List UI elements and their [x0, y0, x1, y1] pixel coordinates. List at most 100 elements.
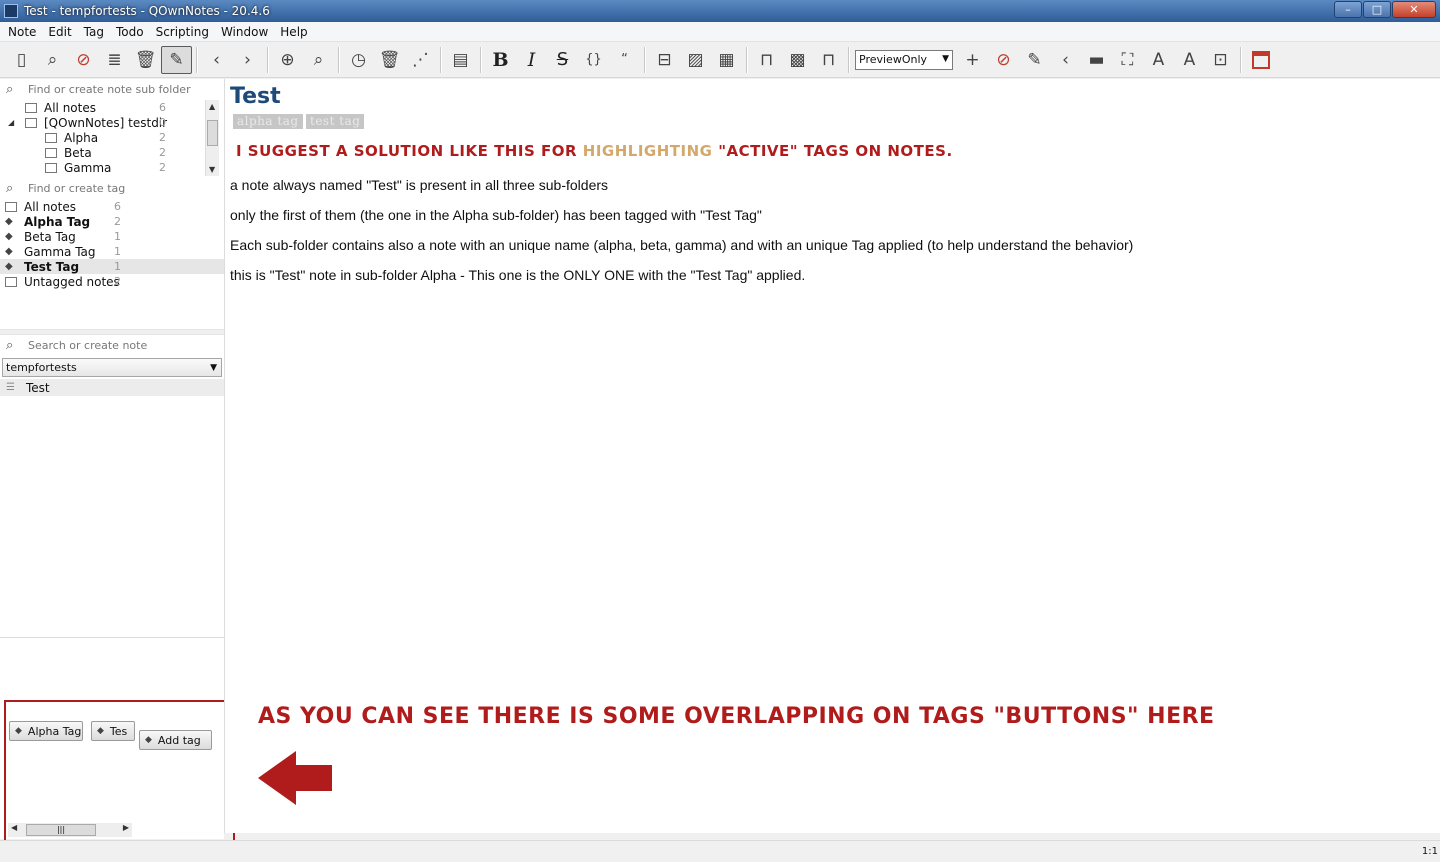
close-icon[interactable]: ✕	[1392, 1, 1436, 18]
note-line: Each sub-folder contains also a note wit…	[230, 237, 1134, 253]
window-title: Test - tempfortests - QOwnNotes - 20.4.6	[24, 4, 270, 18]
scroll-up-icon[interactable]: ▲	[209, 102, 215, 111]
font-decrease-icon[interactable]: A	[1174, 46, 1205, 74]
tag-item-all[interactable]: All notes 6	[0, 199, 224, 214]
find-in-note-icon[interactable]: ⊕	[272, 46, 303, 74]
back-icon[interactable]: ‹	[201, 46, 232, 74]
tag-item-test[interactable]: ◆ Test Tag 1	[0, 259, 224, 274]
search-icon: ⌕	[6, 82, 14, 97]
unlock-icon[interactable]: ⊓	[813, 46, 844, 74]
distraction-free-icon[interactable]: ⊡	[1205, 46, 1236, 74]
folder-item-beta[interactable]: Beta 2	[0, 145, 224, 160]
chevron-down-icon: ▼	[210, 362, 217, 373]
calendar-icon[interactable]	[1245, 46, 1276, 74]
note-icon: ☰	[6, 382, 15, 393]
tag-item-gamma[interactable]: ◆ Gamma Tag 1	[0, 244, 224, 259]
minimize-icon[interactable]: –	[1334, 1, 1362, 18]
menu-edit[interactable]: Edit	[42, 25, 77, 39]
chevron-down-icon: ▼	[942, 53, 949, 64]
zoom-icon[interactable]: ⌕	[303, 46, 334, 74]
strikethrough-icon[interactable]: S	[547, 46, 578, 74]
callout-text: AS YOU CAN SEE THERE IS SOME OVERLAPPING…	[258, 704, 1215, 729]
tag-item-beta[interactable]: ◆ Beta Tag 1	[0, 229, 224, 244]
new-note-icon[interactable]: ▯	[6, 46, 37, 74]
share-icon[interactable]: ⋰	[405, 46, 436, 74]
status-bar: 1:1	[0, 840, 1440, 862]
tag-icon: ◆	[5, 260, 13, 272]
plus-icon[interactable]: +	[957, 46, 988, 74]
italic-icon[interactable]: I	[516, 46, 547, 74]
cursor-position: 1:1	[1421, 846, 1438, 857]
maximize-icon[interactable]: □	[1363, 1, 1391, 18]
header-tag-alpha: alpha tag	[233, 114, 303, 129]
cancel-icon[interactable]: ⊘	[988, 46, 1019, 74]
note-line: a note always named "Test" is present in…	[230, 177, 609, 193]
menu-window[interactable]: Window	[215, 25, 274, 39]
folder-icon	[25, 117, 37, 128]
menu-help[interactable]: Help	[274, 25, 313, 39]
folder-item-alpha[interactable]: Alpha 2	[0, 130, 224, 145]
note-list-item[interactable]: ☰ Test	[0, 379, 224, 396]
expand-arrow-icon[interactable]: ◢	[8, 118, 25, 127]
quote-icon[interactable]: “	[609, 46, 640, 74]
folder-scrollbar[interactable]: ▲ ▼	[205, 100, 219, 176]
pencil-icon[interactable]: ✎	[1019, 46, 1050, 74]
code-block-icon[interactable]: {}	[578, 46, 609, 74]
menu-tag[interactable]: Tag	[78, 25, 110, 39]
history-icon[interactable]: ◷	[343, 46, 374, 74]
folder-icon	[25, 102, 37, 113]
table-icon[interactable]: ▦	[711, 46, 742, 74]
link-icon[interactable]: ⊟	[649, 46, 680, 74]
notes-icon	[5, 276, 17, 287]
fullscreen-icon[interactable]: ⛶	[1112, 46, 1143, 74]
folder-icon	[45, 147, 57, 158]
lock-icon[interactable]: ⊓	[751, 46, 782, 74]
menu-todo[interactable]: Todo	[110, 25, 150, 39]
trash-bin-icon[interactable]: 🗑︎	[374, 46, 405, 74]
folder-search[interactable]: ⌕ Find or create note sub folder	[0, 79, 224, 100]
folder-item-testdir[interactable]: ◢ [QOwnNotes] testdir 0	[0, 115, 224, 130]
menu-scripting[interactable]: Scripting	[150, 25, 215, 39]
tag-list: All notes 6 ◆ Alpha Tag 2 ◆ Beta Tag 1 ◆…	[0, 199, 224, 329]
menu-note[interactable]: Note	[2, 25, 42, 39]
font-increase-icon[interactable]: A	[1143, 46, 1174, 74]
note-folder-select[interactable]: tempfortests ▼	[2, 358, 222, 377]
preview-mode-select[interactable]: PreviewOnly ▼	[855, 49, 953, 70]
folder-item-all[interactable]: All notes 6	[0, 100, 224, 115]
tag-item-alpha[interactable]: ◆ Alpha Tag 2	[0, 214, 224, 229]
menu-bar: Note Edit Tag Todo Scripting Window Help	[0, 22, 1440, 42]
tag-icon: ◆	[5, 245, 13, 257]
remove-icon[interactable]: ⊘	[68, 46, 99, 74]
note-line: only the first of them (the one in the A…	[230, 207, 762, 223]
title-bar: Test - tempfortests - QOwnNotes - 20.4.6…	[0, 0, 1440, 22]
trash-icon[interactable]: 🗑︎	[130, 46, 161, 74]
note-search[interactable]: ⌕ Search or create note	[0, 335, 224, 356]
left-arrow-icon[interactable]: ‹	[1050, 46, 1081, 74]
edit-pencil-icon[interactable]: ✎	[161, 45, 192, 74]
scroll-down-icon[interactable]: ▼	[209, 165, 215, 174]
note-line: this is "Test" note in sub-folder Alpha …	[230, 267, 806, 283]
tag-search[interactable]: ⌕ Find or create tag	[0, 178, 224, 199]
search-icon: ⌕	[6, 338, 14, 353]
folder-item-gamma[interactable]: Gamma 2	[0, 160, 224, 175]
tag-icon: ◆	[5, 215, 13, 227]
image-icon[interactable]: ▨	[680, 46, 711, 74]
tag-item-untagged[interactable]: Untagged notes 2	[0, 274, 224, 289]
app-icon	[4, 4, 18, 18]
search-icon[interactable]: ⌕	[37, 46, 68, 74]
annotation-highlight-box	[4, 700, 235, 853]
window-controls: – □ ✕	[1334, 1, 1436, 18]
folder-icon	[45, 132, 57, 143]
notes-icon	[5, 201, 17, 212]
note-list-icon[interactable]: ≣	[99, 46, 130, 74]
tag-icon: ◆	[5, 230, 13, 242]
folder-tree: All notes 6 ◢ [QOwnNotes] testdir 0 Alph…	[0, 100, 224, 176]
panel-icon[interactable]: ▬	[1081, 46, 1112, 74]
toolbar: ▯ ⌕ ⊘ ≣ 🗑︎ ✎ ‹ › ⊕ ⌕ ◷ 🗑︎ ⋰ ▤ B I S {} “…	[0, 42, 1440, 78]
header-tag-test: test tag	[306, 114, 365, 129]
search-icon: ⌕	[6, 181, 14, 196]
notebook-icon[interactable]: ▤	[445, 46, 476, 74]
forward-icon[interactable]: ›	[232, 46, 263, 74]
bold-icon[interactable]: B	[485, 46, 516, 74]
decrypt-icon[interactable]: ▩	[782, 46, 813, 74]
